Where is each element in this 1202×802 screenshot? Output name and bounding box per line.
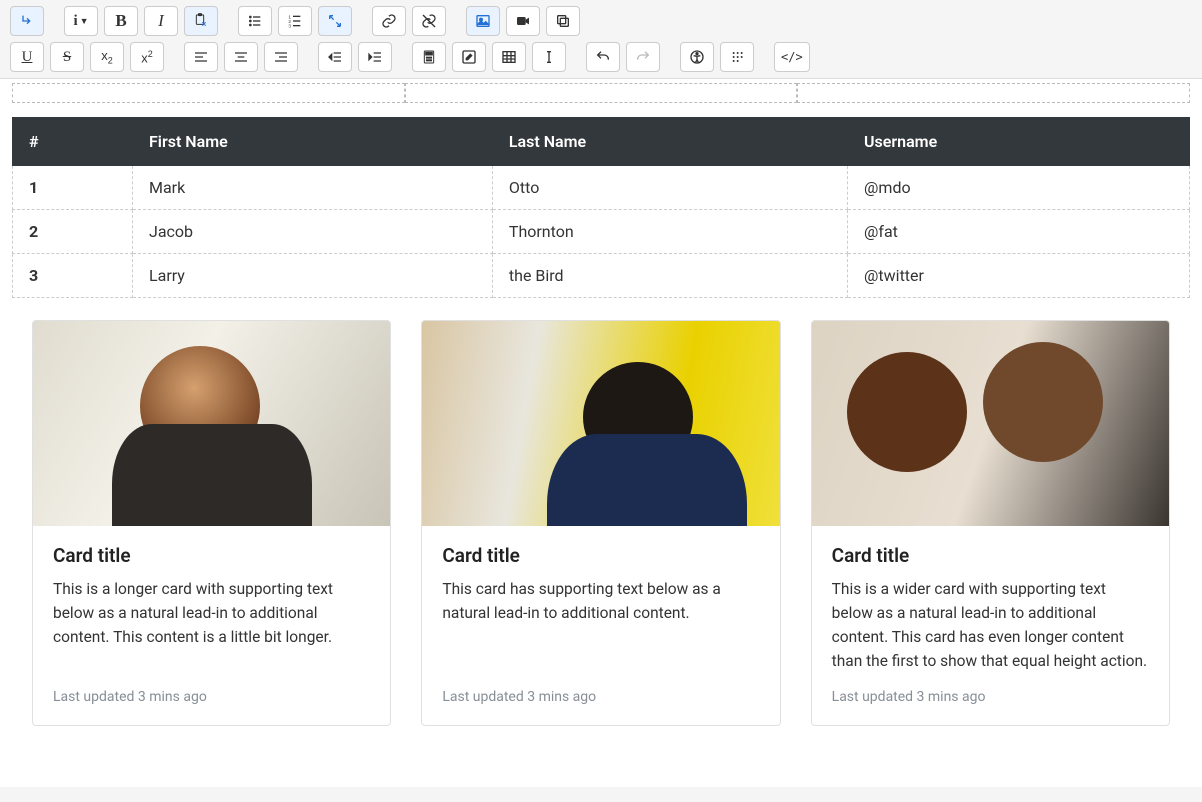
braille-icon[interactable] bbox=[720, 42, 754, 72]
arrow-down-left-icon[interactable] bbox=[10, 6, 44, 36]
edit-icon[interactable] bbox=[452, 42, 486, 72]
strikethrough-icon[interactable]: S bbox=[50, 42, 84, 72]
editable-placeholder-row[interactable] bbox=[12, 79, 1190, 107]
col-last-name: Last Name bbox=[492, 118, 847, 166]
copy-icon[interactable] bbox=[546, 6, 580, 36]
expand-icon[interactable] bbox=[318, 6, 352, 36]
cell-index[interactable]: 3 bbox=[13, 254, 133, 298]
cell-user[interactable]: @mdo bbox=[848, 166, 1190, 210]
cell-user[interactable]: @fat bbox=[848, 210, 1190, 254]
card-meta: Last updated 3 mins ago bbox=[442, 689, 759, 705]
table-header-row: # First Name Last Name Username bbox=[13, 118, 1190, 166]
card-body: Card title This card has supporting text… bbox=[422, 526, 779, 725]
toolbar-row-1: i▼ B I 123 bbox=[10, 6, 1192, 36]
card-image bbox=[812, 321, 1169, 526]
cell-index[interactable]: 2 bbox=[13, 210, 133, 254]
video-icon[interactable] bbox=[506, 6, 540, 36]
cell-first[interactable]: Mark bbox=[133, 166, 493, 210]
underline-icon[interactable]: U bbox=[10, 42, 44, 72]
card-body: Card title This is a wider card with sup… bbox=[812, 526, 1169, 725]
paste-special-icon[interactable] bbox=[184, 6, 218, 36]
info-dropdown-icon[interactable]: i▼ bbox=[64, 6, 98, 36]
cell-last[interactable]: Thornton bbox=[492, 210, 847, 254]
outdent-icon[interactable] bbox=[318, 42, 352, 72]
editable-cell[interactable] bbox=[405, 83, 798, 103]
table-icon[interactable] bbox=[492, 42, 526, 72]
align-center-icon[interactable] bbox=[224, 42, 258, 72]
table-row[interactable]: 2 Jacob Thornton @fat bbox=[13, 210, 1190, 254]
card-title: Card title bbox=[832, 544, 1149, 567]
col-username: Username bbox=[848, 118, 1190, 166]
italic-icon[interactable]: I bbox=[144, 6, 178, 36]
cell-last[interactable]: Otto bbox=[492, 166, 847, 210]
undo-icon[interactable] bbox=[586, 42, 620, 72]
cell-index[interactable]: 1 bbox=[13, 166, 133, 210]
col-index: # bbox=[13, 118, 133, 166]
card-body: Card title This is a longer card with su… bbox=[33, 526, 390, 725]
link-icon[interactable] bbox=[372, 6, 406, 36]
card-meta: Last updated 3 mins ago bbox=[53, 689, 370, 705]
superscript-icon[interactable]: x2 bbox=[130, 42, 164, 72]
cell-last[interactable]: the Bird bbox=[492, 254, 847, 298]
col-first-name: First Name bbox=[133, 118, 493, 166]
ordered-list-icon[interactable]: 123 bbox=[278, 6, 312, 36]
redo-icon[interactable] bbox=[626, 42, 660, 72]
card[interactable]: Card title This is a longer card with su… bbox=[32, 320, 391, 726]
card[interactable]: Card title This card has supporting text… bbox=[421, 320, 780, 726]
card-title: Card title bbox=[442, 544, 759, 567]
cell-first[interactable]: Larry bbox=[133, 254, 493, 298]
cell-first[interactable]: Jacob bbox=[133, 210, 493, 254]
editable-cell[interactable] bbox=[12, 83, 405, 103]
card[interactable]: Card title This is a wider card with sup… bbox=[811, 320, 1170, 726]
accessibility-icon[interactable] bbox=[680, 42, 714, 72]
subscript-icon[interactable]: x2 bbox=[90, 42, 124, 72]
indent-icon[interactable] bbox=[358, 42, 392, 72]
editor-content[interactable]: # First Name Last Name Username 1 Mark O… bbox=[0, 79, 1202, 787]
text-cursor-icon[interactable] bbox=[532, 42, 566, 72]
table-row[interactable]: 1 Mark Otto @mdo bbox=[13, 166, 1190, 210]
editor-toolbar: i▼ B I 123 bbox=[0, 0, 1202, 79]
card-deck: Card title This is a longer card with su… bbox=[12, 320, 1190, 726]
unlink-icon[interactable] bbox=[412, 6, 446, 36]
unordered-list-icon[interactable] bbox=[238, 6, 272, 36]
data-table[interactable]: # First Name Last Name Username 1 Mark O… bbox=[12, 117, 1190, 298]
svg-text:3: 3 bbox=[288, 24, 291, 29]
bold-icon[interactable]: B bbox=[104, 6, 138, 36]
cell-user[interactable]: @twitter bbox=[848, 254, 1190, 298]
align-right-icon[interactable] bbox=[264, 42, 298, 72]
card-text: This is a wider card with supporting tex… bbox=[832, 577, 1149, 673]
card-title: Card title bbox=[53, 544, 370, 567]
calculator-icon[interactable] bbox=[412, 42, 446, 72]
toolbar-row-2: U S x2 x2 bbox=[10, 42, 1192, 72]
editable-cell[interactable] bbox=[797, 83, 1190, 103]
card-text: This is a longer card with supporting te… bbox=[53, 577, 370, 673]
card-image bbox=[33, 321, 390, 526]
table-row[interactable]: 3 Larry the Bird @twitter bbox=[13, 254, 1190, 298]
card-image bbox=[422, 321, 779, 526]
image-icon[interactable] bbox=[466, 6, 500, 36]
card-text: This card has supporting text below as a… bbox=[442, 577, 759, 673]
card-meta: Last updated 3 mins ago bbox=[832, 689, 1149, 705]
align-left-icon[interactable] bbox=[184, 42, 218, 72]
code-view-icon[interactable]: </> bbox=[774, 42, 810, 72]
